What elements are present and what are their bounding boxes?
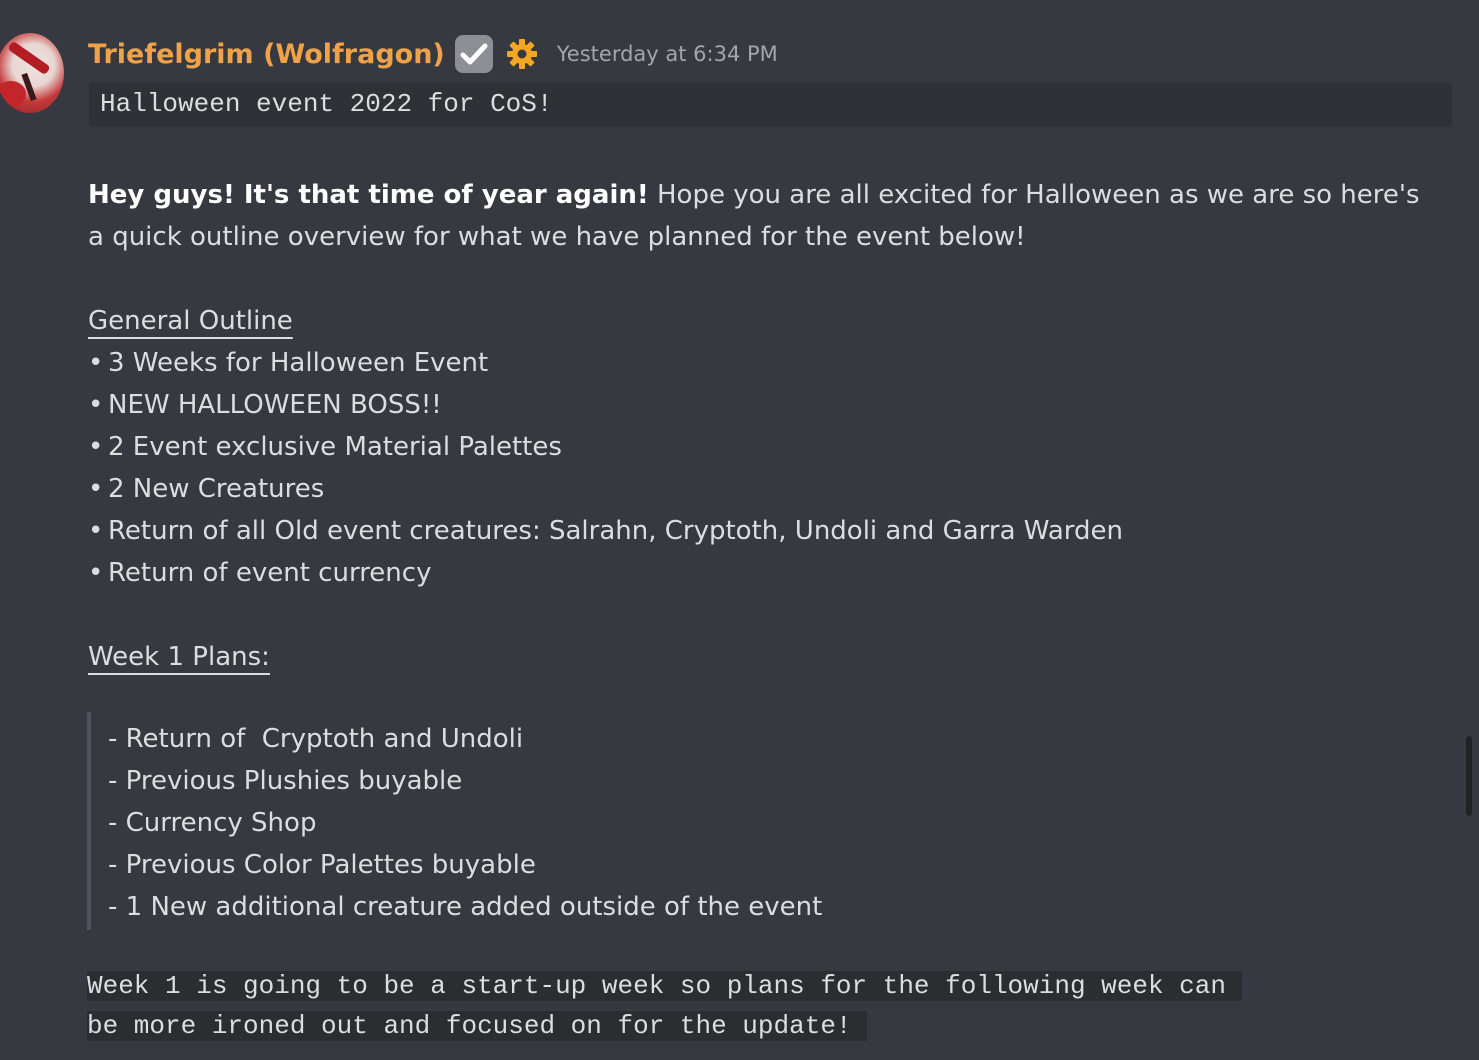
check-icon [454,35,493,73]
general-outline-list: 3 Weeks for Halloween Event NEW HALLOWEE… [88,342,1123,594]
list-item: - Return of Cryptoth and Undoli [108,724,524,754]
list-item: - Previous Plushies buyable [108,766,463,796]
gear-icon [505,37,539,71]
list-item: 2 Event exclusive Material Palettes [88,426,1123,468]
list-item: Return of all Old event creatures: Salra… [88,510,1123,552]
list-item: - 1 New additional creature added outsid… [108,892,823,922]
avatar[interactable] [0,33,64,113]
scrollbar-thumb[interactable] [1466,736,1472,816]
code-line: Week 1 is going to be a start-up week so… [87,971,1242,1001]
general-outline-heading: General Outline [88,306,293,336]
timestamp: Yesterday at 6:34 PM [556,42,778,66]
list-item: 2 New Creatures [88,468,1123,510]
list-item: NEW HALLOWEEN BOSS!! [88,384,1123,426]
footer-code-block: Week 1 is going to be a start-up week so… [87,966,1242,1046]
list-item: - Currency Shop [108,808,317,838]
list-item: 3 Weeks for Halloween Event [88,342,1123,384]
week1-heading: Week 1 Plans: [88,642,270,672]
intro-paragraph: Hey guys! It's that time of year again! … [88,174,1428,258]
chat-message: Triefelgrim (Wolfragon) Yesterday at 6:3… [0,0,1479,1060]
week1-blockquote: - Return of Cryptoth and Undoli - Previo… [87,712,822,930]
code-line: be more ironed out and focused on for th… [87,1011,868,1041]
avatar-art [0,81,26,107]
list-item: - Previous Color Palettes buyable [108,850,536,880]
message-header: Triefelgrim (Wolfragon) Yesterday at 6:3… [88,32,778,76]
username[interactable]: Triefelgrim (Wolfragon) [88,39,445,70]
avatar-art [7,40,51,76]
list-item: Return of event currency [88,552,1123,594]
title-code-block: Halloween event 2022 for CoS! [89,82,1452,127]
intro-bold-text: Hey guys! It's that time of year again! [88,180,649,210]
